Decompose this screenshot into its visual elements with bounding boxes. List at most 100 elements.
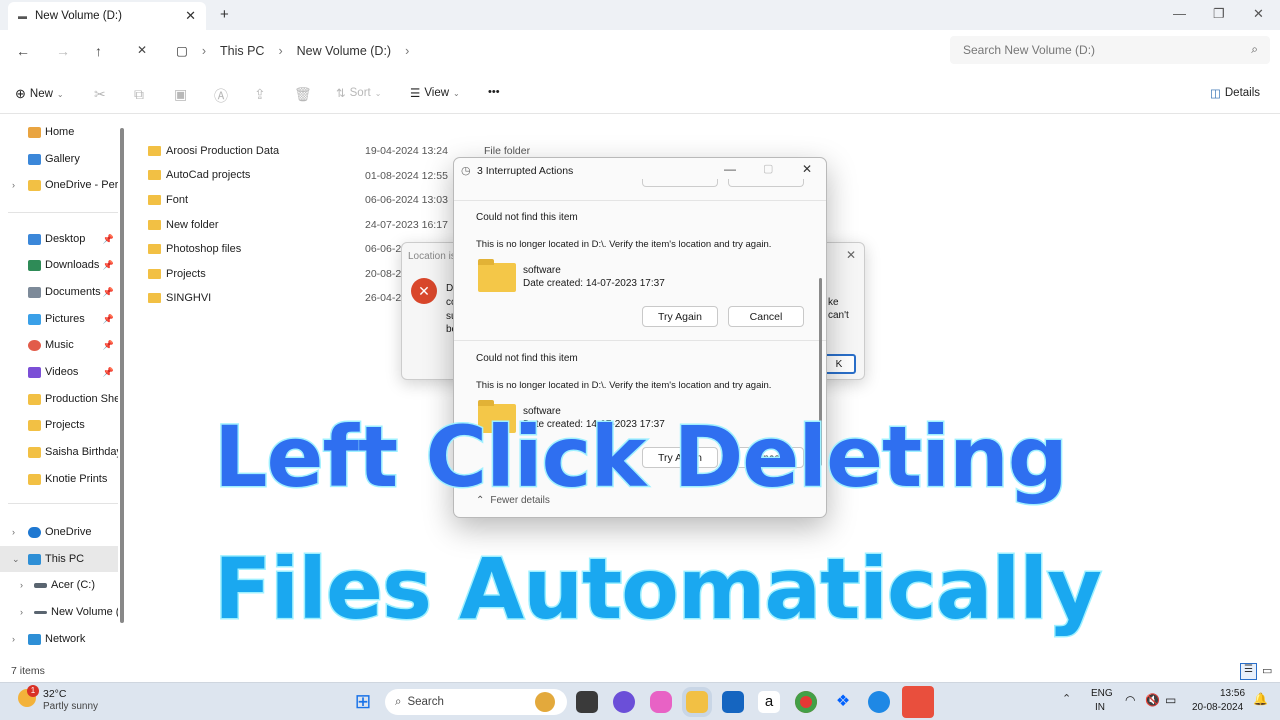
sidebar-item-downloads[interactable]: Downloads 📌 [0,252,118,278]
sidebar-item-desktop[interactable]: Desktop 📌 [0,226,118,252]
overlay-caption-line1: Left Click Deleting [213,407,1070,508]
edge-icon[interactable] [868,691,890,713]
lion-icon [535,692,555,712]
tab-title: New Volume (D:) [35,10,122,22]
back-icon[interactable]: ← [16,43,30,59]
view-icon: ☰ [410,88,421,100]
close-window-icon[interactable]: ✕ [1253,6,1264,22]
ok-button[interactable]: K [822,354,856,374]
list-item[interactable]: SINGHVI [148,286,211,310]
start-icon[interactable]: ⊞ [352,691,374,713]
chat-icon[interactable] [613,691,635,713]
chevron-up-icon[interactable]: ⌃ [1062,692,1071,705]
maximize-icon[interactable]: ❐ [1213,6,1225,22]
sidebar-item-music[interactable]: Music 📌 [0,332,118,358]
more-options-icon[interactable]: ••• [488,86,500,98]
pin-icon: 📌 [102,339,114,350]
maximize-icon[interactable]: ▢ [763,162,773,175]
clock-date[interactable]: 20-08-2024 [1192,702,1243,713]
clock-time[interactable]: 13:56 [1220,688,1245,699]
folder-icon [28,446,41,458]
search-input[interactable]: Search New Volume (D:) ⌕ [950,36,1270,64]
minimize-icon[interactable]: — [724,162,736,176]
list-item[interactable]: New folder [148,213,219,237]
amazon-icon[interactable]: a [758,691,780,713]
crumb-new-volume[interactable]: New Volume (D:) [297,44,391,58]
sidebar-item-documents[interactable]: Documents 📌 [0,279,118,305]
task-view-icon[interactable] [576,691,598,713]
list-item[interactable]: Font [148,188,188,212]
minimize-icon[interactable]: — [1173,6,1186,21]
paste-icon[interactable]: ▣ [174,86,187,103]
tab-new-volume[interactable]: ▬ New Volume (D:) ✕ [8,2,206,30]
drive-icon [34,610,47,614]
volume-muted-icon[interactable]: 🔇 [1145,693,1160,707]
notifications-icon[interactable]: 🔔 [1253,692,1268,706]
sidebar-item-knotie-prints[interactable]: Knotie Prints [0,466,118,492]
list-item[interactable]: Photoshop files [148,237,241,261]
chevron-down-icon: ⌄ [56,89,64,99]
screen-recorder-icon[interactable] [902,686,934,718]
try-again-button[interactable]: Try Again [642,306,718,327]
list-item[interactable]: Aroosi Production Data [148,139,279,163]
pin-icon: 📌 [102,313,114,324]
region-code[interactable]: IN [1095,702,1105,713]
overlay-caption-line2: Files Automatically [213,539,1104,640]
sidebar-item-home[interactable]: Home [0,119,118,145]
cancel-button[interactable]: Cancel [728,306,804,327]
sidebar-item-onedrive[interactable]: › OneDrive [0,519,118,545]
chevron-right-icon[interactable]: › [12,634,15,644]
rename-icon[interactable]: Ⓐ [214,86,228,106]
new-button[interactable]: ⊕ New ⌄ [15,86,64,102]
details-view-icon[interactable]: ☰ [1240,663,1257,680]
close-icon[interactable]: ✕ [846,248,856,262]
delete-icon[interactable]: 🗑 [294,86,312,103]
sidebar-item-this-pc[interactable]: ⌄ This PC [0,546,118,572]
copy-icon[interactable]: ⧉ [134,86,144,103]
pin-icon: 📌 [102,366,114,377]
chevron-right-icon[interactable]: › [12,180,15,190]
sidebar-item-gallery[interactable]: Gallery [0,146,118,172]
forward-icon[interactable]: → [56,43,70,59]
hidden-button-edge [642,179,718,187]
list-item[interactable]: AutoCad projects [148,163,250,187]
folder-icon [148,244,161,254]
chevron-right-icon[interactable]: › [12,527,15,537]
sidebar-item-onedrive-personal[interactable]: ›OneDrive - Perso [0,172,118,198]
battery-icon[interactable]: ▭ [1165,693,1176,707]
close-tab-icon[interactable]: ✕ [185,8,196,24]
language-code[interactable]: ENG [1091,688,1113,699]
sort-button[interactable]: ⇅ Sort ⌄ [336,86,381,100]
share-icon[interactable]: ⇪ [254,86,266,103]
chevron-right-icon[interactable]: › [20,580,23,590]
list-item[interactable]: Projects [148,262,206,286]
wifi-icon[interactable]: ◠ [1125,693,1135,707]
sidebar-item-acer-c[interactable]: › Acer (C:) [0,572,118,598]
entry-item-date: Date created: 14-07-2023 17:37 [523,278,665,289]
chevron-down-icon[interactable]: ⌄ [12,554,20,565]
taskbar-search[interactable]: ⌕ Search [385,689,567,715]
chrome-icon[interactable] [795,691,817,713]
chevron-right-icon[interactable]: › [20,607,23,617]
tiles-view-icon[interactable]: ▭ [1262,664,1272,677]
view-button[interactable]: ☰ View ⌄ [410,86,460,100]
details-button[interactable]: ◫ Details [1210,86,1260,100]
sidebar-item-projects[interactable]: Projects [0,412,118,438]
stop-icon[interactable]: ✕ [137,43,147,57]
crumb-this-pc[interactable]: This PC [220,44,264,58]
sidebar-item-new-volume[interactable]: › New Volume (I [0,599,118,625]
copilot-icon[interactable] [650,691,672,713]
sidebar-item-saisha-birthday[interactable]: Saisha Birthday [0,439,118,465]
dropbox-icon[interactable]: ❖ [832,691,854,713]
sidebar-item-network[interactable]: › Network [0,626,118,652]
sidebar-item-pictures[interactable]: Pictures 📌 [0,306,118,332]
breadcrumb[interactable]: ▢ › This PC › New Volume (D:) › [176,43,409,59]
store-icon[interactable] [722,691,744,713]
new-tab-icon[interactable]: + [220,6,229,23]
file-explorer-icon[interactable] [686,691,708,713]
sidebar-item-videos[interactable]: Videos 📌 [0,359,118,385]
sidebar-item-production-sheet[interactable]: Production Shee [0,386,118,412]
up-icon[interactable]: ↑ [95,43,102,59]
close-icon[interactable]: ✕ [802,162,812,176]
cut-icon[interactable]: ✂ [94,86,106,103]
